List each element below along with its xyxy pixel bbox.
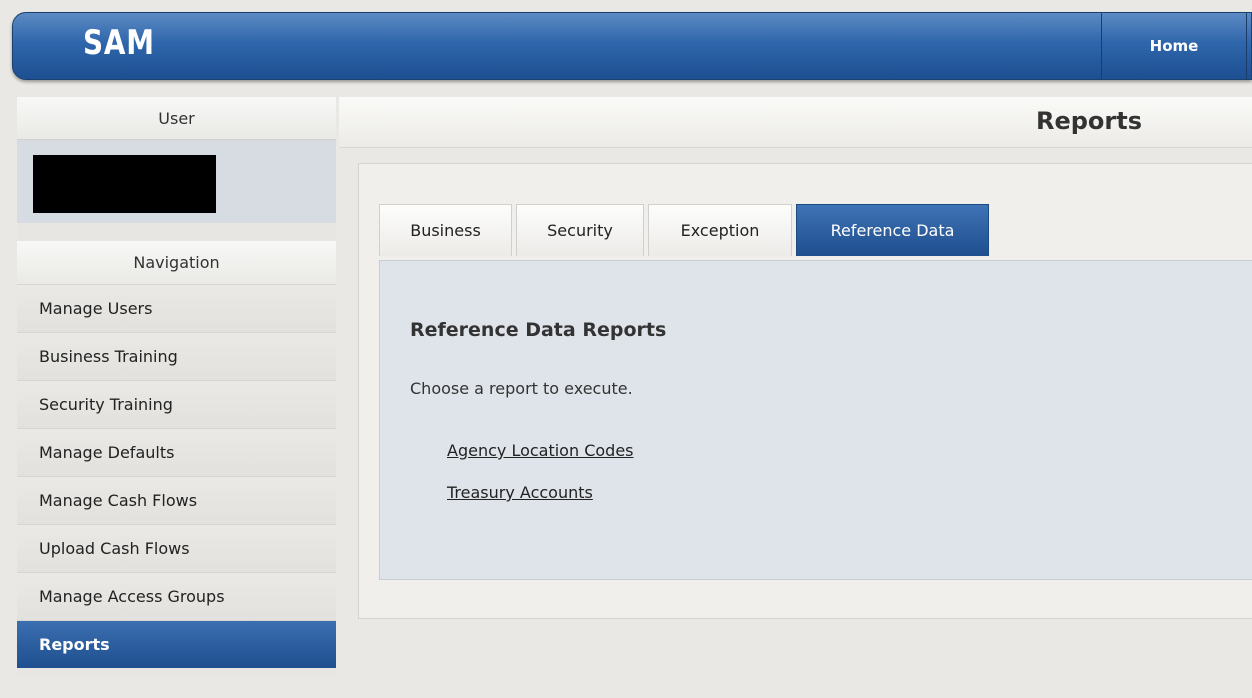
instruction-text: Choose a report to execute.: [410, 379, 633, 398]
user-heading: User: [17, 97, 336, 140]
sidebar-item-security-training[interactable]: Security Training: [17, 380, 336, 428]
user-info-box: [17, 140, 336, 223]
tab-business[interactable]: Business: [379, 204, 512, 256]
tab-content: Reference Data Reports Choose a report t…: [379, 260, 1252, 580]
tab-reference-data[interactable]: Reference Data: [796, 204, 989, 256]
link-agency-location-codes[interactable]: Agency Location Codes: [447, 441, 634, 460]
sidebar: User Navigation Manage Users Business Tr…: [17, 97, 336, 677]
app-logo: SAM: [83, 23, 155, 63]
sidebar-item-manage-access-groups[interactable]: Manage Access Groups: [17, 572, 336, 620]
redacted-user-name: [33, 155, 216, 213]
reports-panel: Business Security Exception Reference Da…: [358, 163, 1252, 619]
page-title: Reports: [1035, 107, 1142, 135]
section-title: Reference Data Reports: [410, 319, 667, 341]
sidebar-item-upload-cash-flows[interactable]: Upload Cash Flows: [17, 524, 336, 572]
sidebar-item-reports[interactable]: Reports: [17, 620, 336, 668]
page-title-bar: Reports: [339, 97, 1252, 148]
home-nav-button[interactable]: Home: [1101, 13, 1247, 79]
sidebar-item-manage-cash-flows[interactable]: Manage Cash Flows: [17, 476, 336, 524]
sidebar-item-manage-defaults[interactable]: Manage Defaults: [17, 428, 336, 476]
tab-exception[interactable]: Exception: [648, 204, 792, 256]
top-navigation-bar: SAM Home: [12, 12, 1252, 80]
navigation-heading: Navigation: [17, 241, 336, 284]
sidebar-spacer: [17, 223, 336, 241]
sidebar-item-business-training[interactable]: Business Training: [17, 332, 336, 380]
link-treasury-accounts[interactable]: Treasury Accounts: [447, 483, 593, 502]
sidebar-item-manage-users[interactable]: Manage Users: [17, 284, 336, 332]
tab-security[interactable]: Security: [516, 204, 644, 256]
